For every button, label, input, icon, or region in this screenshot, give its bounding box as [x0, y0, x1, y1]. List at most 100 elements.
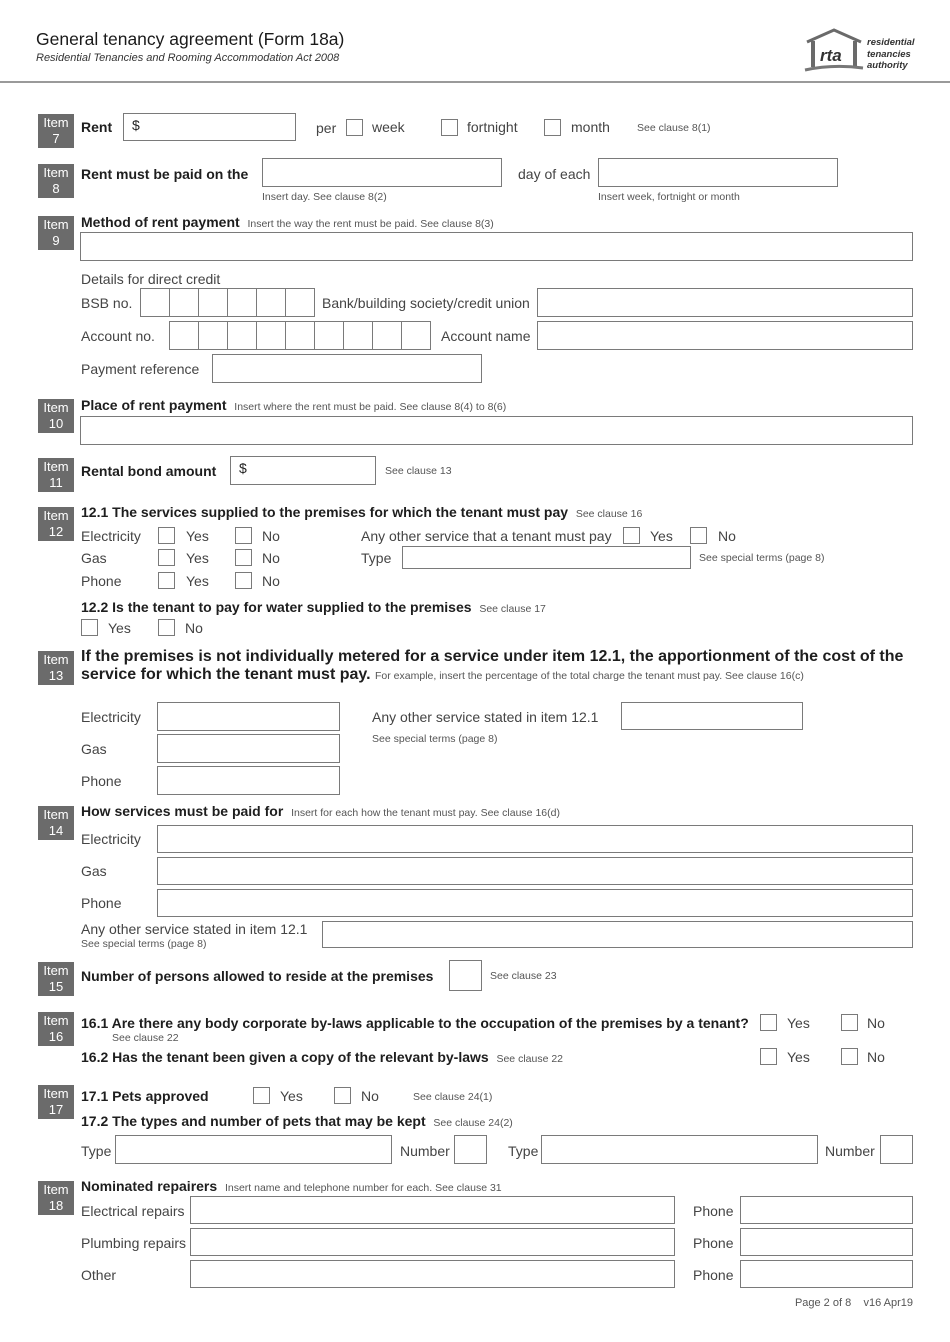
yes-label: Yes	[186, 528, 209, 544]
repairer-name-input[interactable]	[190, 1260, 675, 1288]
account-name-label: Account name	[441, 328, 531, 344]
currency-symbol: $	[239, 460, 247, 476]
bsb-digit-cell[interactable]	[169, 288, 199, 317]
service-yes-checkbox[interactable]	[158, 549, 175, 566]
account-digit-cell[interactable]	[343, 321, 373, 350]
item-badge-14: Item 14	[38, 806, 74, 840]
pets-yes-checkbox[interactable]	[253, 1087, 270, 1104]
item-badge-11: Item 11	[38, 458, 74, 492]
no-label: No	[867, 1015, 885, 1031]
item-badge-13: Item 13	[38, 651, 74, 685]
yes-label: Yes	[186, 550, 209, 566]
account-digit-cell[interactable]	[198, 321, 228, 350]
account-digit-cell[interactable]	[285, 321, 315, 350]
fortnight-label: fortnight	[467, 119, 518, 135]
other-how-paid-input[interactable]	[322, 921, 913, 948]
logo-text: residential tenancies authority	[867, 37, 915, 72]
repairer-type-label: Electrical repairs	[81, 1203, 185, 1219]
bsb-digit-cell[interactable]	[227, 288, 257, 317]
repairer-name-input[interactable]	[190, 1196, 675, 1224]
payment-reference-input[interactable]	[212, 354, 482, 383]
bylaws-copy-yes-checkbox[interactable]	[760, 1048, 777, 1065]
account-digit-cell[interactable]	[169, 321, 199, 350]
pet-type-input-1[interactable]	[115, 1135, 392, 1164]
payment-reference-label: Payment reference	[81, 361, 200, 377]
week-checkbox[interactable]	[346, 119, 363, 136]
water-yes-checkbox[interactable]	[81, 619, 98, 636]
bsb-digit-cell[interactable]	[140, 288, 170, 317]
logo-line-1: residential	[867, 37, 915, 48]
other-service-type-input[interactable]	[402, 546, 691, 569]
rent-amount-input[interactable]: $	[123, 113, 296, 141]
bond-amount-input[interactable]: $	[230, 456, 376, 485]
week-label: week	[372, 119, 405, 135]
apportionment-input[interactable]	[157, 734, 340, 763]
item-badge-9: Item 9	[38, 216, 74, 250]
pets-types-note: See clause 24(2)	[433, 1117, 513, 1129]
service-no-checkbox[interactable]	[235, 527, 252, 544]
fortnight-checkbox[interactable]	[441, 119, 458, 136]
other-apportionment-input[interactable]	[621, 702, 803, 730]
no-label: No	[718, 528, 736, 544]
pets-no-checkbox[interactable]	[334, 1087, 351, 1104]
item-badge-15: Item 15	[38, 962, 74, 996]
service-no-checkbox[interactable]	[235, 572, 252, 589]
how-paid-input[interactable]	[157, 857, 913, 885]
place-payment-heading: Place of rent payment Insert where the r…	[81, 397, 507, 413]
payment-method-input[interactable]	[80, 232, 913, 261]
water-heading: 12.2 Is the tenant to pay for water supp…	[81, 599, 546, 615]
apportionment-input[interactable]	[157, 702, 340, 731]
repairer-phone-input[interactable]	[740, 1260, 913, 1288]
currency-symbol: $	[132, 117, 140, 133]
pets-note: See clause 24(1)	[413, 1091, 493, 1103]
pets-approved-label: 17.1 Pets approved	[81, 1088, 209, 1104]
pet-number-input-1[interactable]	[454, 1135, 487, 1164]
bsb-digit-cell[interactable]	[198, 288, 228, 317]
bsb-digit-cell[interactable]	[256, 288, 286, 317]
svg-text:rta: rta	[820, 46, 842, 65]
bank-input[interactable]	[537, 288, 913, 317]
account-digit-cell[interactable]	[256, 321, 286, 350]
service-yes-checkbox[interactable]	[158, 527, 175, 544]
persons-label: Number of persons allowed to reside at t…	[81, 968, 434, 984]
repairer-phone-input[interactable]	[740, 1228, 913, 1256]
place-payment-input[interactable]	[80, 416, 913, 445]
rent-period-input[interactable]	[598, 158, 838, 187]
item-badge-7: Item 7	[38, 114, 74, 148]
month-checkbox[interactable]	[544, 119, 561, 136]
yes-label: Yes	[787, 1015, 810, 1031]
apportionment-input[interactable]	[157, 766, 340, 795]
how-paid-input[interactable]	[157, 889, 913, 917]
service-yes-checkbox[interactable]	[158, 572, 175, 589]
account-digit-cell[interactable]	[372, 321, 402, 350]
service-no-checkbox[interactable]	[235, 549, 252, 566]
no-label: No	[262, 528, 280, 544]
account-digit-cell[interactable]	[227, 321, 257, 350]
method-note: Insert the way the rent must be paid. Se…	[247, 218, 494, 230]
type-label: Type	[361, 550, 392, 566]
bylaws-yes-checkbox[interactable]	[760, 1014, 777, 1031]
pet-type-input-2[interactable]	[541, 1135, 818, 1164]
pet-number-input-2[interactable]	[880, 1135, 913, 1164]
bsb-digit-cell[interactable]	[285, 288, 315, 317]
other-service-yes-checkbox[interactable]	[623, 527, 640, 544]
persons-count-input[interactable]	[449, 960, 482, 991]
bylaws-no-checkbox[interactable]	[841, 1014, 858, 1031]
other-service-no-checkbox[interactable]	[690, 527, 707, 544]
repairer-type-label: Other	[81, 1267, 117, 1283]
account-name-input[interactable]	[537, 321, 913, 350]
bsb-label: BSB no.	[81, 295, 133, 311]
document-title: General tenancy agreement (Form 18a)	[36, 29, 344, 50]
bylaws-copy-no-checkbox[interactable]	[841, 1048, 858, 1065]
rent-day-input[interactable]	[262, 158, 502, 187]
account-digit-cell[interactable]	[314, 321, 344, 350]
day-of-each-label: day of each	[518, 166, 591, 182]
water-no-checkbox[interactable]	[158, 619, 175, 636]
clause-note: See clause 8(1)	[637, 122, 711, 134]
how-paid-input[interactable]	[157, 825, 913, 853]
repairer-name-input[interactable]	[190, 1228, 675, 1256]
repairer-phone-input[interactable]	[740, 1196, 913, 1224]
no-label: No	[361, 1088, 379, 1104]
page-footer: Page 2 of 8 v16 Apr19	[795, 1297, 913, 1309]
account-digit-cell[interactable]	[401, 321, 431, 350]
